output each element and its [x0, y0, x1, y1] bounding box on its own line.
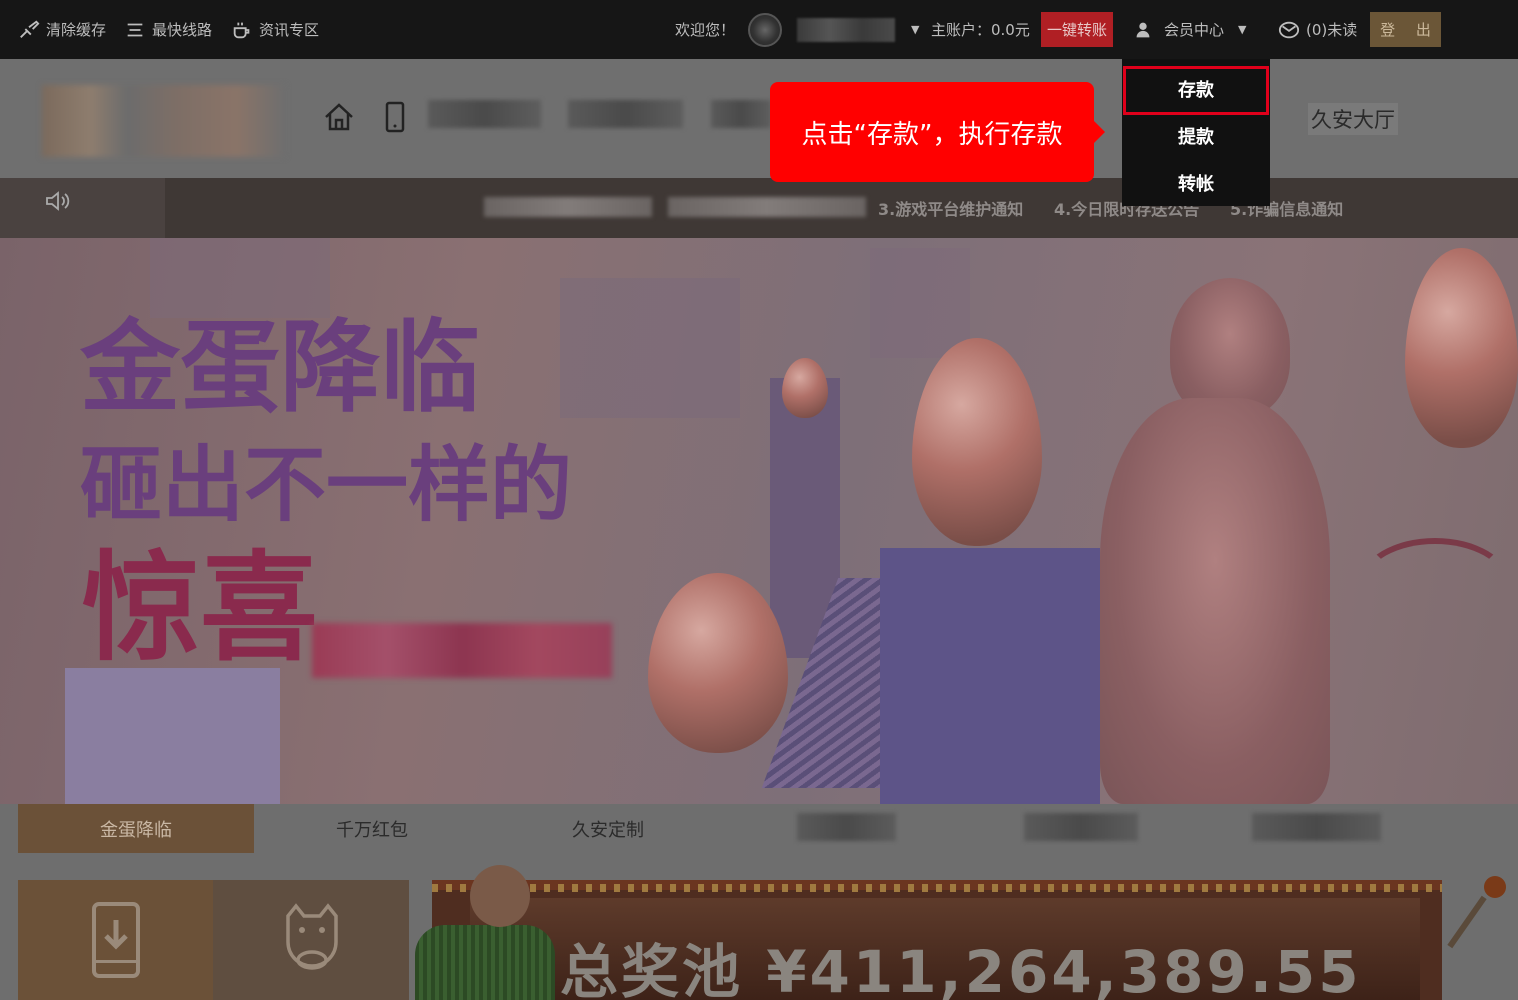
avatar	[748, 12, 782, 47]
tab-red-envelope[interactable]: 千万红包	[254, 804, 490, 853]
user-icon	[1132, 19, 1154, 41]
news-link[interactable]: 资讯专区	[231, 0, 319, 59]
egg-right	[1405, 248, 1518, 448]
mail-icon	[1278, 19, 1300, 41]
clear-cache-link[interactable]: 清除缓存	[18, 0, 106, 59]
download-phone-icon	[92, 902, 140, 982]
fastest-route-link[interactable]: 最快线路	[124, 0, 212, 59]
deposit-highlight-box	[1123, 66, 1269, 115]
bg-block	[150, 238, 330, 318]
nav-item-redacted[interactable]	[428, 100, 541, 128]
tower-base	[880, 548, 1100, 804]
notice-item-redacted[interactable]	[484, 197, 652, 217]
user-avatar[interactable]	[748, 0, 782, 59]
nav-item-redacted[interactable]	[568, 100, 683, 128]
large-egg	[912, 338, 1042, 546]
welcome-text: 欢迎您！	[675, 0, 735, 59]
clear-cache-label: 清除缓存	[46, 21, 107, 39]
tab-golden-egg[interactable]: 金蛋降临	[18, 804, 254, 853]
username-dropdown[interactable]: ▼	[797, 0, 919, 59]
slot-lever-knob	[1484, 876, 1506, 898]
tab-redacted[interactable]	[797, 813, 896, 841]
main-account-balance: 主账户：0.0元	[931, 0, 1030, 59]
model-head	[1170, 278, 1290, 418]
coffee-cup-icon	[231, 19, 253, 41]
ribbon	[1360, 538, 1510, 628]
username-redacted	[797, 17, 895, 42]
tab-redacted[interactable]	[1024, 813, 1138, 841]
banner-headline-line2: 砸出不一样的	[80, 438, 573, 533]
account-label: 主账户：0.0元	[931, 21, 1030, 39]
nav-item-jiuan-hall[interactable]: 久安大厅	[1308, 103, 1398, 135]
banner-headline-line1: 金蛋降临	[80, 309, 480, 426]
broom-icon	[18, 19, 40, 41]
caret-down-icon: ▼	[1238, 23, 1247, 36]
speaker-icon	[44, 190, 70, 212]
route-icon	[124, 19, 146, 41]
notice-item-redacted[interactable]	[668, 197, 866, 217]
banner-headline-line3: 惊喜	[82, 539, 319, 677]
tab-redacted[interactable]	[1252, 813, 1381, 841]
banner-subtitle-redacted	[312, 623, 612, 678]
member-center-label: 会员中心	[1164, 21, 1225, 39]
marquee-lights	[432, 884, 1442, 892]
menu-item-transfer[interactable]: 转帐	[1122, 161, 1270, 205]
welcome-label: 欢迎您！	[675, 21, 736, 39]
mascot-head	[470, 865, 530, 927]
tab-custom[interactable]: 久安定制	[490, 804, 726, 853]
instruction-callout: 点击“存款”，执行存款	[770, 82, 1094, 182]
news-label: 资讯专区	[259, 21, 320, 39]
bg-block	[560, 278, 740, 418]
nav-item-redacted[interactable]	[711, 100, 771, 128]
jackpot-amount: 总奖池 ¥411,264,389.55	[560, 938, 1362, 1000]
one-click-transfer-button[interactable]: 一键转账	[1041, 12, 1113, 47]
messages-link[interactable]: (0)未读	[1278, 0, 1357, 59]
small-egg	[782, 358, 828, 418]
lucky-cat-icon	[278, 902, 346, 978]
site-logo[interactable]	[42, 85, 285, 157]
home-icon[interactable]	[322, 100, 356, 134]
logout-button[interactable]: 登 出	[1370, 12, 1441, 47]
messages-label: (0)未读	[1306, 21, 1358, 39]
top-bar: 清除缓存 最快线路 资讯专区 欢迎您！ ▼ 主账户：0.0元 一键转账 会员中心…	[0, 0, 1518, 59]
model-body	[1100, 398, 1330, 804]
mobile-icon[interactable]	[378, 100, 412, 134]
pedestal	[65, 668, 280, 804]
promo-banner[interactable]: 金蛋降临 砸出不一样的 惊喜	[0, 238, 1518, 804]
notice-item-3[interactable]: 3.游戏平台维护通知	[878, 196, 1023, 220]
bg-block	[870, 248, 970, 358]
callout-arrow	[1093, 120, 1105, 144]
mascot-body	[415, 925, 555, 1000]
notice-label-area	[0, 178, 165, 238]
member-center-menu[interactable]: 会员中心 ▼	[1132, 0, 1246, 59]
egg-bottom	[648, 573, 788, 753]
menu-item-withdraw[interactable]: 提款	[1122, 114, 1270, 158]
caret-down-icon: ▼	[911, 23, 920, 36]
fastest-route-label: 最快线路	[152, 21, 213, 39]
